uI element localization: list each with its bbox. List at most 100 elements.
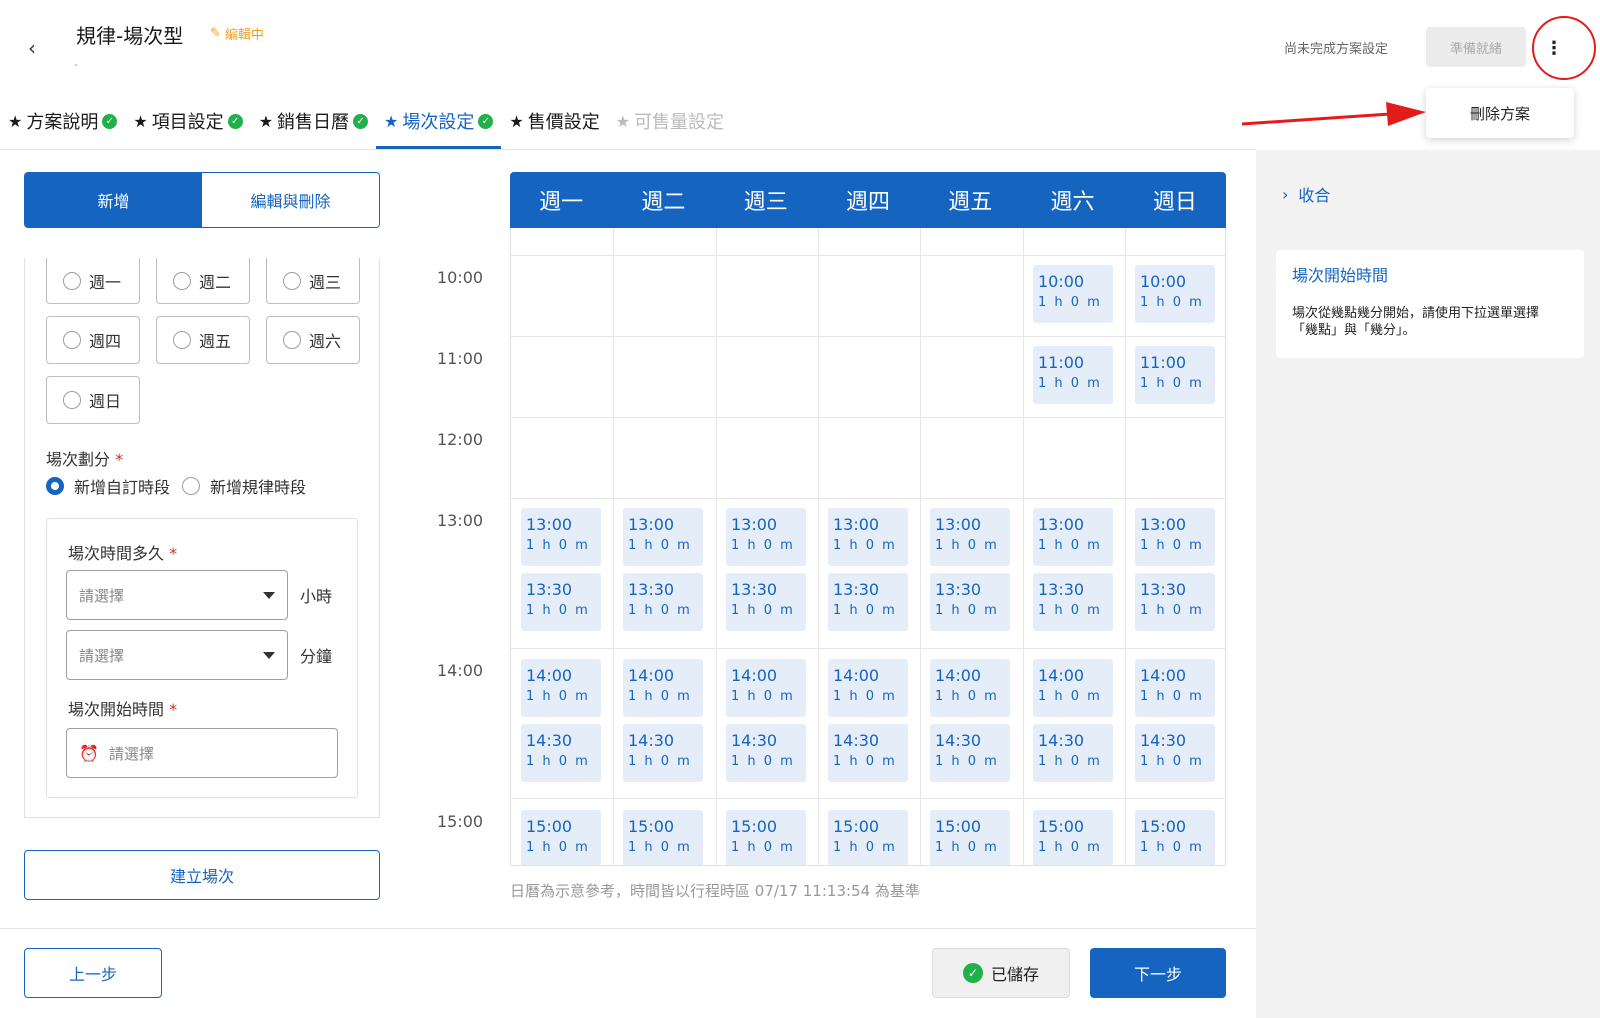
- session-slot[interactable]: 10:00 1 h 0 m: [1135, 265, 1215, 323]
- session-slot[interactable]: 15:00 1 h 0 m: [930, 810, 1010, 865]
- tab-edit-delete[interactable]: 編輯與刪除: [202, 173, 379, 227]
- slot-duration: 1 h 0 m: [731, 689, 795, 704]
- session-slot[interactable]: 11:00 1 h 0 m: [1135, 346, 1215, 404]
- slot-time: 10:00: [1038, 272, 1085, 291]
- weekday-header: 週六: [1050, 190, 1095, 215]
- session-slot[interactable]: 14:30 1 h 0 m: [623, 724, 703, 782]
- day-chip[interactable]: 週四: [46, 316, 140, 364]
- session-slot[interactable]: 14:00 1 h 0 m: [1033, 659, 1113, 717]
- slot-time: 14:30: [1140, 731, 1187, 750]
- slot-time: 15:00: [833, 817, 880, 836]
- session-slot[interactable]: 14:30 1 h 0 m: [726, 724, 806, 782]
- session-slot[interactable]: 13:30 1 h 0 m: [521, 573, 601, 631]
- slot-duration: 1 h 0 m: [833, 840, 897, 855]
- slot-time: 15:00: [628, 817, 675, 836]
- session-slot[interactable]: 11:00 1 h 0 m: [1033, 346, 1113, 404]
- check-circle-icon: ✓: [102, 113, 118, 129]
- session-slot[interactable]: 14:00 1 h 0 m: [623, 659, 703, 717]
- minute-select[interactable]: 請選擇: [66, 630, 288, 680]
- radio-custom-selected[interactable]: [46, 477, 64, 495]
- slot-duration: 1 h 0 m: [935, 754, 999, 769]
- slot-time: 13:30: [1140, 580, 1187, 599]
- collapse-toggle[interactable]: › 收合: [1282, 182, 1330, 206]
- session-slot[interactable]: 13:30 1 h 0 m: [1135, 573, 1215, 631]
- session-slot[interactable]: 15:00 1 h 0 m: [1135, 810, 1215, 865]
- session-slot[interactable]: 15:00 1 h 0 m: [726, 810, 806, 865]
- session-slot[interactable]: 13:00 1 h 0 m: [623, 508, 703, 566]
- slot-time: 14:00: [731, 666, 778, 685]
- day-chip[interactable]: 週日: [46, 376, 140, 424]
- star-icon: ★: [133, 111, 148, 131]
- duration-label: 場次時間多久 *: [68, 544, 178, 563]
- session-slot[interactable]: 14:30 1 h 0 m: [1135, 724, 1215, 782]
- session-slot[interactable]: 13:00 1 h 0 m: [930, 508, 1010, 566]
- slot-time: 13:30: [628, 580, 675, 599]
- slot-time: 10:00: [1140, 272, 1187, 291]
- step-tab-2[interactable]: ★ 銷售日曆 ✓: [251, 104, 376, 146]
- session-slot[interactable]: 14:00 1 h 0 m: [930, 659, 1010, 717]
- grid-column-line: [1125, 228, 1126, 865]
- session-slot[interactable]: 14:30 1 h 0 m: [1033, 724, 1113, 782]
- tab-add[interactable]: 新增: [25, 173, 202, 227]
- day-label: 週三: [309, 272, 342, 292]
- session-slot[interactable]: 14:00 1 h 0 m: [1135, 659, 1215, 717]
- day-chip[interactable]: 週二: [156, 258, 250, 304]
- session-slot[interactable]: 13:30 1 h 0 m: [726, 573, 806, 631]
- slot-duration: 1 h 0 m: [628, 840, 692, 855]
- option-regular-label[interactable]: 新增規律時段: [210, 474, 306, 498]
- ready-button[interactable]: 準備就緒: [1426, 27, 1526, 67]
- slot-time: 13:00: [731, 515, 778, 534]
- session-slot[interactable]: 13:30 1 h 0 m: [828, 573, 908, 631]
- session-slot[interactable]: 13:30 1 h 0 m: [623, 573, 703, 631]
- step-tab-4[interactable]: ★ 售價設定: [501, 104, 607, 146]
- slot-time: 13:00: [833, 515, 880, 534]
- start-time-placeholder: 請選擇: [108, 744, 154, 763]
- slot-time: 13:00: [935, 515, 982, 534]
- saved-button[interactable]: ✓ 已儲存: [932, 948, 1070, 998]
- day-chip[interactable]: 週一: [46, 258, 140, 304]
- build-session-button[interactable]: 建立場次: [24, 850, 380, 900]
- session-slot[interactable]: 15:00 1 h 0 m: [521, 810, 601, 865]
- session-slot[interactable]: 15:00 1 h 0 m: [1033, 810, 1113, 865]
- start-time-input[interactable]: ⏰ 請選擇: [66, 728, 338, 778]
- slot-duration: 1 h 0 m: [1140, 689, 1204, 704]
- session-slot[interactable]: 14:30 1 h 0 m: [930, 724, 1010, 782]
- check-circle-icon: ✓: [353, 113, 369, 129]
- slot-duration: 1 h 0 m: [526, 603, 590, 618]
- session-slot[interactable]: 14:30 1 h 0 m: [828, 724, 908, 782]
- session-slot[interactable]: 14:00 1 h 0 m: [828, 659, 908, 717]
- session-slot[interactable]: 13:00 1 h 0 m: [1135, 508, 1215, 566]
- day-chip[interactable]: 週五: [156, 316, 250, 364]
- delete-plan-menu-item[interactable]: 刪除方案: [1426, 88, 1574, 138]
- radio-icon: [283, 271, 301, 290]
- session-slot[interactable]: 13:00 1 h 0 m: [828, 508, 908, 566]
- back-arrow-icon[interactable]: ‹: [28, 36, 48, 60]
- slot-duration: 1 h 0 m: [526, 538, 590, 553]
- slot-time: 14:00: [935, 666, 982, 685]
- check-circle-icon: ✓: [227, 113, 243, 129]
- radio-regular[interactable]: [182, 477, 201, 495]
- session-slot[interactable]: 13:30 1 h 0 m: [1033, 573, 1113, 631]
- pencil-icon: ✎: [210, 26, 221, 41]
- session-slot[interactable]: 10:00 1 h 0 m: [1033, 265, 1113, 323]
- session-slot[interactable]: 14:30 1 h 0 m: [521, 724, 601, 782]
- session-slot[interactable]: 13:00 1 h 0 m: [1033, 508, 1113, 566]
- session-slot[interactable]: 14:00 1 h 0 m: [726, 659, 806, 717]
- session-slot[interactable]: 15:00 1 h 0 m: [623, 810, 703, 865]
- day-chip[interactable]: 週六: [266, 316, 360, 364]
- weekday-header: 週二: [641, 190, 686, 215]
- day-chip[interactable]: 週三: [266, 258, 360, 304]
- prev-step-button[interactable]: 上一步: [24, 948, 162, 998]
- session-slot[interactable]: 13:00 1 h 0 m: [726, 508, 806, 566]
- editing-status: ✎ 編輯中: [210, 24, 264, 43]
- step-tab-1[interactable]: ★ 項目設定 ✓: [125, 104, 250, 146]
- next-step-button[interactable]: 下一步: [1090, 948, 1226, 998]
- session-slot[interactable]: 13:30 1 h 0 m: [930, 573, 1010, 631]
- step-tab-0[interactable]: ★ 方案說明 ✓: [0, 104, 125, 146]
- session-slot[interactable]: 14:00 1 h 0 m: [521, 659, 601, 717]
- step-tab-3[interactable]: ★ 場次設定 ✓: [376, 104, 502, 149]
- option-custom-label[interactable]: 新增自訂時段: [74, 474, 170, 498]
- hour-select[interactable]: 請選擇: [66, 570, 288, 620]
- session-slot[interactable]: 15:00 1 h 0 m: [828, 810, 908, 865]
- session-slot[interactable]: 13:00 1 h 0 m: [521, 508, 601, 566]
